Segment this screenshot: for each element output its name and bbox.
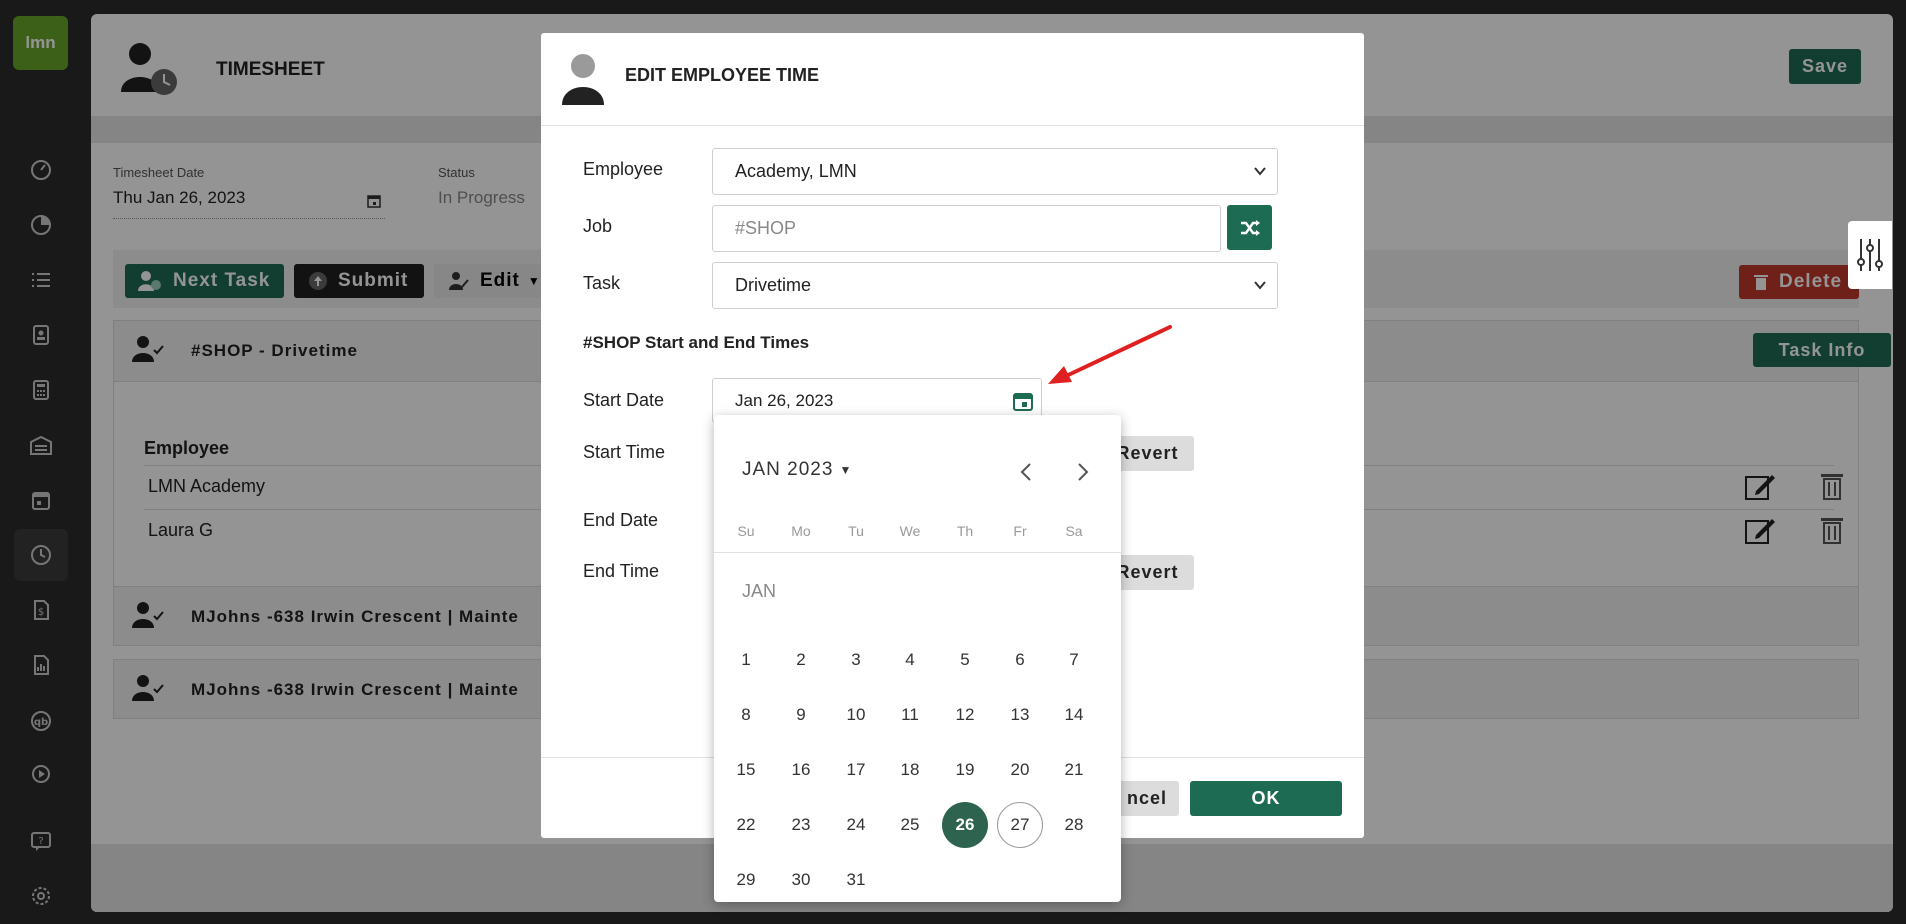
employee-label: Employee [583, 159, 664, 179]
divider [714, 552, 1121, 553]
calendar-day[interactable]: 11 [887, 692, 933, 738]
calendar-day[interactable]: 14 [1051, 692, 1097, 738]
job-label: Job [583, 216, 613, 236]
calendar-day[interactable]: 15 [723, 747, 769, 793]
weekday-header: Fr [1013, 523, 1027, 539]
weekday-header: Mo [791, 523, 811, 539]
calendar-day[interactable]: 9 [778, 692, 824, 738]
chevron-right-icon[interactable] [1076, 462, 1090, 482]
calendar-day[interactable]: 3 [833, 637, 879, 683]
caret-down-icon: ▼ [839, 463, 853, 477]
calendar-day[interactable]: 27 [997, 802, 1043, 848]
section-title: #SHOP Start and End Times [583, 333, 810, 352]
end-time-label: End Time [583, 561, 660, 581]
chevron-down-icon [1253, 278, 1267, 292]
calendar-day[interactable]: 20 [997, 747, 1043, 793]
job-input[interactable]: #SHOP [712, 205, 1221, 252]
calendar-day[interactable]: 19 [942, 747, 988, 793]
divider [541, 125, 1364, 126]
task-label: Task [583, 273, 621, 293]
calendar-day[interactable]: 5 [942, 637, 988, 683]
calendar-day[interactable]: 1 [723, 637, 769, 683]
calendar-day[interactable]: 21 [1051, 747, 1097, 793]
shuffle-button[interactable] [1227, 205, 1272, 250]
calendar-day[interactable]: 18 [887, 747, 933, 793]
start-time-label: Start Time [583, 442, 666, 462]
task-select[interactable]: Drivetime [712, 262, 1278, 309]
month-year-selector[interactable]: JAN 2023 ▼ [742, 459, 852, 481]
chevron-down-icon [1253, 164, 1267, 178]
calendar-day[interactable]: 4 [887, 637, 933, 683]
calendar-day[interactable]: 7 [1051, 637, 1097, 683]
calendar-day[interactable]: 30 [778, 857, 824, 903]
date-picker-popup: JAN 2023 ▼ JAN Su Mo Tu We Th Fr Sa 1 2 3 4 5 6 7 8 9 10… [714, 415, 1121, 902]
end-date-label: End Date [583, 510, 659, 530]
calendar-icon[interactable] [1013, 391, 1033, 411]
start-date-label: Start Date [583, 390, 665, 410]
weekday-header: We [899, 523, 921, 539]
month-label: JAN [742, 581, 777, 601]
calendar-day[interactable]: 23 [778, 802, 824, 848]
annotation-arrow [1048, 325, 1172, 384]
calendar-day[interactable]: 24 [833, 802, 879, 848]
calendar-day[interactable]: 25 [887, 802, 933, 848]
calendar-day[interactable]: 17 [833, 747, 879, 793]
calendar-day[interactable]: 16 [778, 747, 824, 793]
calendar-day[interactable]: 10 [833, 692, 879, 738]
weekday-header: Tu [848, 523, 864, 539]
sliders-icon [1857, 239, 1883, 271]
calendar-day[interactable]: 28 [1051, 802, 1097, 848]
modal-title: EDIT EMPLOYEE TIME [625, 65, 820, 85]
filter-panel-tab[interactable] [1848, 221, 1892, 289]
weekday-header: Sa [1065, 523, 1083, 539]
calendar-day[interactable]: 31 [833, 857, 879, 903]
ok-button[interactable]: OK [1190, 781, 1342, 816]
chevron-left-icon[interactable] [1019, 462, 1033, 482]
calendar-day[interactable]: 26 [942, 802, 988, 848]
calendar-day[interactable]: 2 [778, 637, 824, 683]
shuffle-icon [1240, 219, 1260, 236]
calendar-day[interactable]: 12 [942, 692, 988, 738]
calendar-day[interactable]: 22 [723, 802, 769, 848]
calendar-day[interactable]: 29 [723, 857, 769, 903]
user-icon [561, 53, 605, 105]
calendar-day[interactable]: 8 [723, 692, 769, 738]
weekday-header: Th [956, 523, 974, 539]
employee-select[interactable]: Academy, LMN [712, 148, 1278, 195]
calendar-day[interactable]: 13 [997, 692, 1043, 738]
calendar-day[interactable]: 6 [997, 637, 1043, 683]
weekday-header: Su [737, 523, 755, 539]
